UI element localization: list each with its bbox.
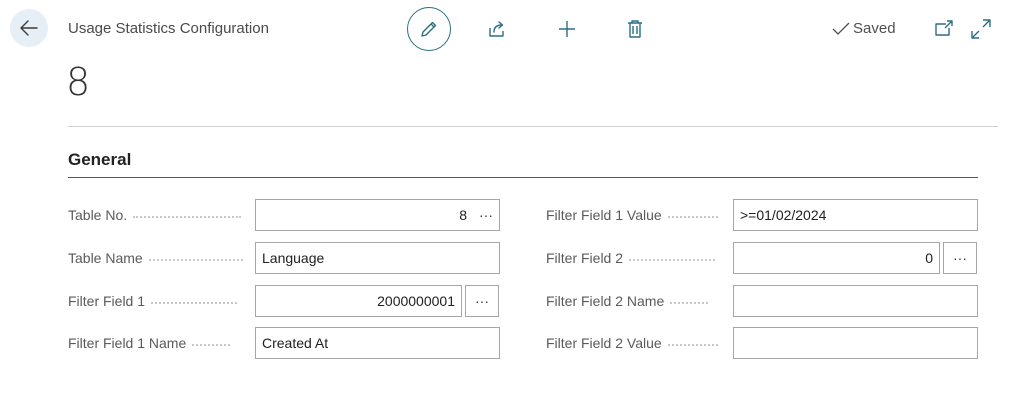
page-caption: Usage Statistics Configuration [68,20,269,37]
action-toolbar [407,7,642,51]
field-row-filter-field-1-value: Filter Field 1 Value [546,199,718,231]
table-name-input[interactable]: Language [255,242,500,274]
filter-field-1-input[interactable]: 2000000001 [255,285,462,317]
section-divider [68,177,978,178]
section-header-general: General [68,150,132,169]
filter-field-2-name-input[interactable] [733,285,978,317]
open-in-new-window-icon [935,20,953,36]
filter-field-1-label: Filter Field 1 [68,293,238,309]
table-no-value: 8 [459,207,467,223]
filter-field-2-value: 0 [925,250,933,266]
filter-field-1-name-value: Created At [262,335,329,351]
open-in-new-window-button[interactable] [934,19,954,39]
pencil-icon [421,21,437,37]
share-button[interactable] [485,17,509,41]
filter-field-2-value-input[interactable] [733,327,978,359]
expand-icon [971,19,991,39]
table-no-lookup-button[interactable]: ··· [479,200,493,230]
back-arrow-icon [20,20,38,36]
field-row-filter-field-2-value: Filter Field 2 Value [546,327,718,359]
share-icon [489,21,504,37]
filter-field-1-value-label: Filter Field 1 Value [546,207,718,223]
table-name-value: Language [262,250,325,266]
table-no-label: Table No. [68,207,242,223]
new-button[interactable] [555,17,579,41]
back-button[interactable] [10,9,48,47]
filter-field-1-value-input[interactable]: >=01/02/2024 [733,199,978,231]
record-title: 8 [66,60,91,104]
field-row-table-no: Table No. [68,199,242,231]
field-row-filter-field-2: Filter Field 2 [546,242,716,274]
table-name-label: Table Name [68,250,243,266]
filter-field-1-value-value: >=01/02/2024 [740,207,827,223]
filter-field-2-label: Filter Field 2 [546,250,716,266]
saved-label: Saved [853,20,896,37]
field-row-table-name: Table Name [68,242,243,274]
expand-button[interactable] [970,18,992,40]
title-divider [68,126,998,127]
saved-status: Saved [832,20,896,37]
filter-field-1-name-input[interactable]: Created At [255,327,500,359]
filter-field-2-value-label: Filter Field 2 Value [546,335,718,351]
checkmark-icon [832,22,850,35]
field-row-filter-field-2-name: Filter Field 2 Name [546,285,709,317]
table-no-input[interactable]: 8 ··· [255,199,500,231]
filter-field-2-name-label: Filter Field 2 Name [546,293,709,309]
filter-field-1-lookup-button[interactable]: ··· [465,285,499,317]
field-row-filter-field-1-name: Filter Field 1 Name [68,327,231,359]
edit-button[interactable] [407,7,451,51]
delete-button[interactable] [623,17,647,41]
trash-icon [628,20,642,38]
filter-field-2-lookup-button[interactable]: ··· [943,242,977,274]
plus-icon [559,21,575,37]
filter-field-1-name-label: Filter Field 1 Name [68,335,231,351]
filter-field-1-value: 2000000001 [377,293,455,309]
filter-field-2-input[interactable]: 0 [733,242,940,274]
field-row-filter-field-1: Filter Field 1 [68,285,238,317]
